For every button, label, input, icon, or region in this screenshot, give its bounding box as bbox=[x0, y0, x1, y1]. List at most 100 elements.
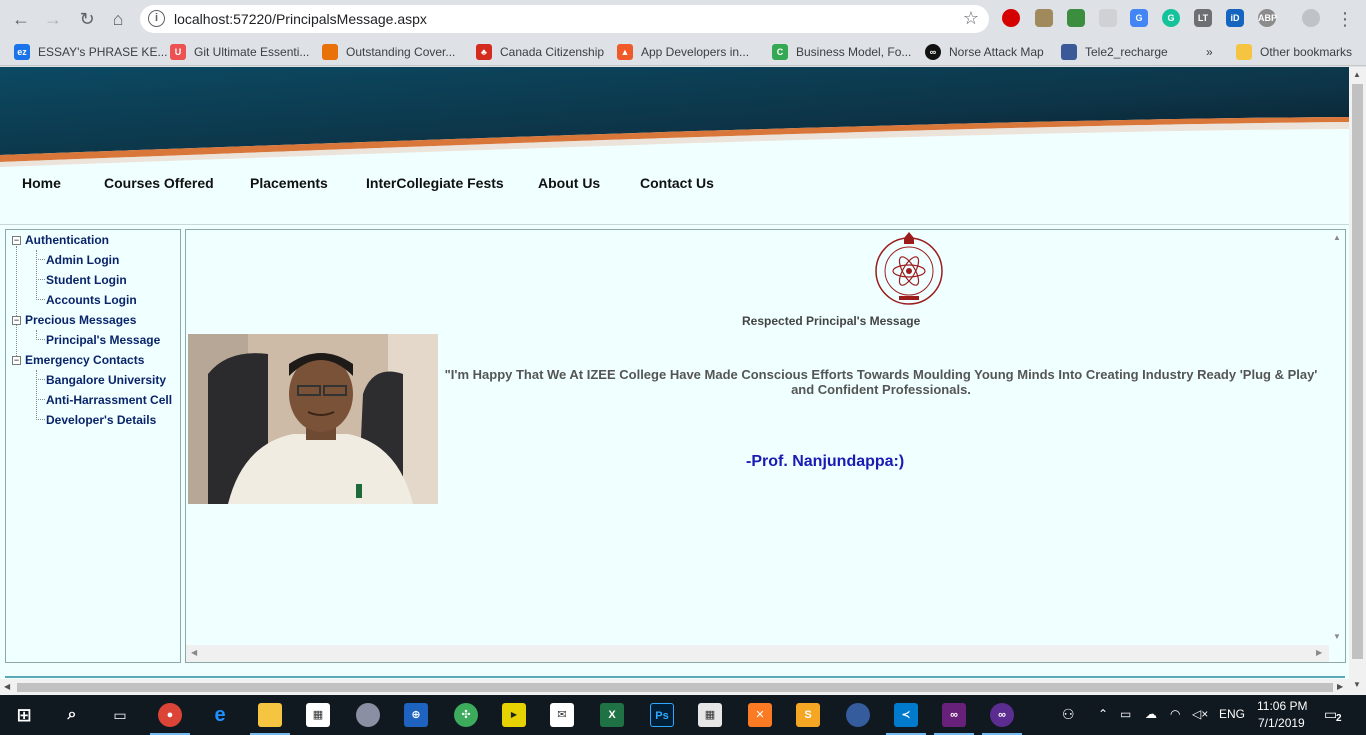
content-horizontal-scrollbar[interactable]: ◀ ▶ bbox=[186, 645, 1329, 662]
photoshop-icon[interactable]: Ps bbox=[650, 703, 674, 727]
extension-cube-icon[interactable] bbox=[1067, 9, 1085, 27]
atom-icon[interactable]: ✣ bbox=[454, 703, 478, 727]
page-scroll-thumb[interactable] bbox=[1352, 84, 1363, 659]
other-bookmarks[interactable]: Other bookmarks bbox=[1236, 43, 1352, 61]
task-view-icon[interactable]: ▭ bbox=[108, 703, 132, 727]
nav-placements[interactable]: Placements bbox=[250, 175, 328, 191]
tree-connector bbox=[36, 379, 45, 380]
bookmark-item[interactable]: Tele2_recharge bbox=[1061, 43, 1168, 61]
tree-group-emergency-contacts[interactable]: Emergency Contacts bbox=[25, 353, 144, 367]
bookmark-item[interactable]: ∞ Norse Attack Map bbox=[925, 43, 1044, 61]
extension-grammarly-icon[interactable]: G bbox=[1162, 9, 1180, 27]
address-url[interactable]: localhost:57220/PrincipalsMessage.aspx bbox=[174, 11, 427, 27]
people-icon[interactable]: ⚇ bbox=[1062, 706, 1075, 723]
nav-home[interactable]: Home bbox=[22, 175, 61, 191]
scroll-down-arrow-icon[interactable]: ▼ bbox=[1333, 632, 1341, 641]
mail-icon[interactable]: ✉ bbox=[550, 703, 574, 727]
other-bookmarks-label: Other bookmarks bbox=[1260, 45, 1353, 59]
vs-infinity-icon[interactable]: ∞ bbox=[990, 703, 1014, 727]
bookmark-star-icon[interactable]: ☆ bbox=[963, 8, 979, 29]
university-emblem bbox=[875, 232, 943, 305]
collapse-toggle-authentication[interactable]: − bbox=[12, 236, 21, 245]
forward-icon[interactable]: → bbox=[42, 8, 64, 30]
webcam-icon[interactable] bbox=[846, 703, 870, 727]
vscode-icon[interactable]: ≺ bbox=[894, 703, 918, 727]
tree-connector bbox=[36, 370, 37, 420]
collapse-toggle-emergency-contacts[interactable]: − bbox=[12, 356, 21, 365]
tree-item-bangalore-university[interactable]: Bangalore University bbox=[46, 373, 166, 387]
wifi-icon[interactable]: ◠ bbox=[1170, 707, 1180, 721]
visual-studio-icon[interactable]: ∞ bbox=[942, 703, 966, 727]
address-bar[interactable]: i localhost:57220/PrincipalsMessage.aspx… bbox=[140, 5, 989, 33]
edge-icon[interactable]: e bbox=[208, 703, 232, 727]
principal-quote: "I'm Happy That We At IZEE College Have … bbox=[444, 367, 1318, 397]
file-explorer-icon[interactable] bbox=[258, 703, 282, 727]
language-indicator[interactable]: ENG bbox=[1219, 707, 1245, 721]
store-icon[interactable]: ▦ bbox=[306, 703, 330, 727]
tree-item-student-login[interactable]: Student Login bbox=[46, 273, 127, 287]
collapse-toggle-precious-messages[interactable]: − bbox=[12, 316, 21, 325]
tray-expand-icon[interactable]: ⌃ bbox=[1098, 707, 1108, 721]
bookmark-item[interactable]: ▲ App Developers in... bbox=[617, 43, 749, 61]
tree-item-accounts-login[interactable]: Accounts Login bbox=[46, 293, 137, 307]
start-windows-icon[interactable]: ⊞ bbox=[12, 703, 36, 727]
shield-icon[interactable]: ⊕ bbox=[404, 703, 428, 727]
home-icon[interactable]: ⌂ bbox=[107, 8, 129, 30]
page-scroll-up-icon[interactable]: ▲ bbox=[1353, 70, 1361, 79]
nav-contact-us[interactable]: Contact Us bbox=[640, 175, 714, 191]
back-icon[interactable]: ← bbox=[10, 8, 32, 30]
tree-item-admin-login[interactable]: Admin Login bbox=[46, 253, 119, 267]
tree-item-principals-message[interactable]: Principal's Message bbox=[46, 333, 160, 347]
profile-avatar-icon[interactable] bbox=[1302, 9, 1320, 27]
sublime-icon[interactable]: S bbox=[796, 703, 820, 727]
more-bookmarks-button[interactable]: » bbox=[1206, 43, 1213, 61]
tree-item-developers-details[interactable]: Developer's Details bbox=[46, 413, 156, 427]
extension-adblock-icon[interactable] bbox=[1002, 9, 1020, 27]
extension-hand-icon[interactable] bbox=[1035, 9, 1053, 27]
scroll-up-arrow-icon[interactable]: ▲ bbox=[1333, 233, 1341, 242]
page-vertical-scrollbar[interactable]: ▲ ▼ bbox=[1349, 67, 1366, 695]
snipping-icon[interactable] bbox=[356, 703, 380, 727]
volume-muted-icon[interactable]: ◁× bbox=[1192, 707, 1208, 721]
tree-group-authentication[interactable]: Authentication bbox=[25, 233, 109, 247]
content-vertical-scrollbar[interactable]: ▲ ▼ bbox=[1328, 230, 1345, 646]
tree-item-anti-harrassment-cell[interactable]: Anti-Harrassment Cell bbox=[46, 393, 172, 407]
norse-icon: ∞ bbox=[925, 44, 941, 60]
page-scroll-down-icon[interactable]: ▼ bbox=[1353, 680, 1361, 689]
calculator-icon[interactable]: ▦ bbox=[698, 703, 722, 727]
tree-group-precious-messages[interactable]: Precious Messages bbox=[25, 313, 136, 327]
excel-icon[interactable]: X bbox=[600, 703, 624, 727]
extension-id-icon[interactable]: iD bbox=[1226, 9, 1244, 27]
flag-icon bbox=[1061, 44, 1077, 60]
bookmark-item[interactable]: ♣ Canada Citizenship bbox=[476, 43, 604, 61]
nav-intercollegiate-fests[interactable]: InterCollegiate Fests bbox=[366, 175, 504, 191]
nav-about-us[interactable]: About Us bbox=[538, 175, 600, 191]
scroll-left-arrow-icon[interactable]: ◀ bbox=[191, 648, 197, 657]
battery-icon[interactable]: ▭ bbox=[1120, 707, 1131, 721]
extension-translate-icon[interactable]: G bbox=[1130, 9, 1148, 27]
onedrive-icon[interactable]: ☁ bbox=[1145, 707, 1157, 721]
player-icon[interactable]: ▶ bbox=[502, 703, 526, 727]
bookmark-item[interactable]: C Business Model, Fo... bbox=[772, 43, 911, 61]
extension-lt-icon[interactable]: LT bbox=[1194, 9, 1212, 27]
extension-abp-icon[interactable]: ABP bbox=[1258, 9, 1277, 27]
extension-grey-icon[interactable] bbox=[1099, 9, 1117, 27]
bookmark-item[interactable]: ez ESSAY's PHRASE KE... bbox=[14, 43, 167, 61]
bookmark-item[interactable]: Outstanding Cover... bbox=[322, 43, 455, 61]
search-icon[interactable]: ⌕ bbox=[60, 703, 84, 727]
site-info-icon[interactable]: i bbox=[148, 10, 165, 27]
bookmark-item[interactable]: U Git Ultimate Essenti... bbox=[170, 43, 309, 61]
page-scroll-right-icon[interactable]: ▶ bbox=[1337, 682, 1343, 691]
tree-connector bbox=[36, 339, 45, 340]
clock-date[interactable]: 7/1/2019 bbox=[1258, 716, 1305, 730]
chrome-icon[interactable]: ● bbox=[158, 703, 182, 727]
nav-courses-offered[interactable]: Courses Offered bbox=[104, 175, 214, 191]
page-hscroll-thumb[interactable] bbox=[17, 683, 1333, 692]
xampp-icon[interactable]: ✕ bbox=[748, 703, 772, 727]
page-scroll-left-icon[interactable]: ◀ bbox=[4, 682, 10, 691]
reload-icon[interactable]: ↻ bbox=[76, 8, 98, 30]
clock-time[interactable]: 11:06 PM bbox=[1257, 699, 1307, 713]
menu-kebab-icon[interactable]: ⋮ bbox=[1334, 8, 1356, 30]
page-horizontal-scrollbar[interactable]: ◀ ▶ bbox=[0, 679, 1349, 695]
scroll-right-arrow-icon[interactable]: ▶ bbox=[1316, 648, 1322, 657]
